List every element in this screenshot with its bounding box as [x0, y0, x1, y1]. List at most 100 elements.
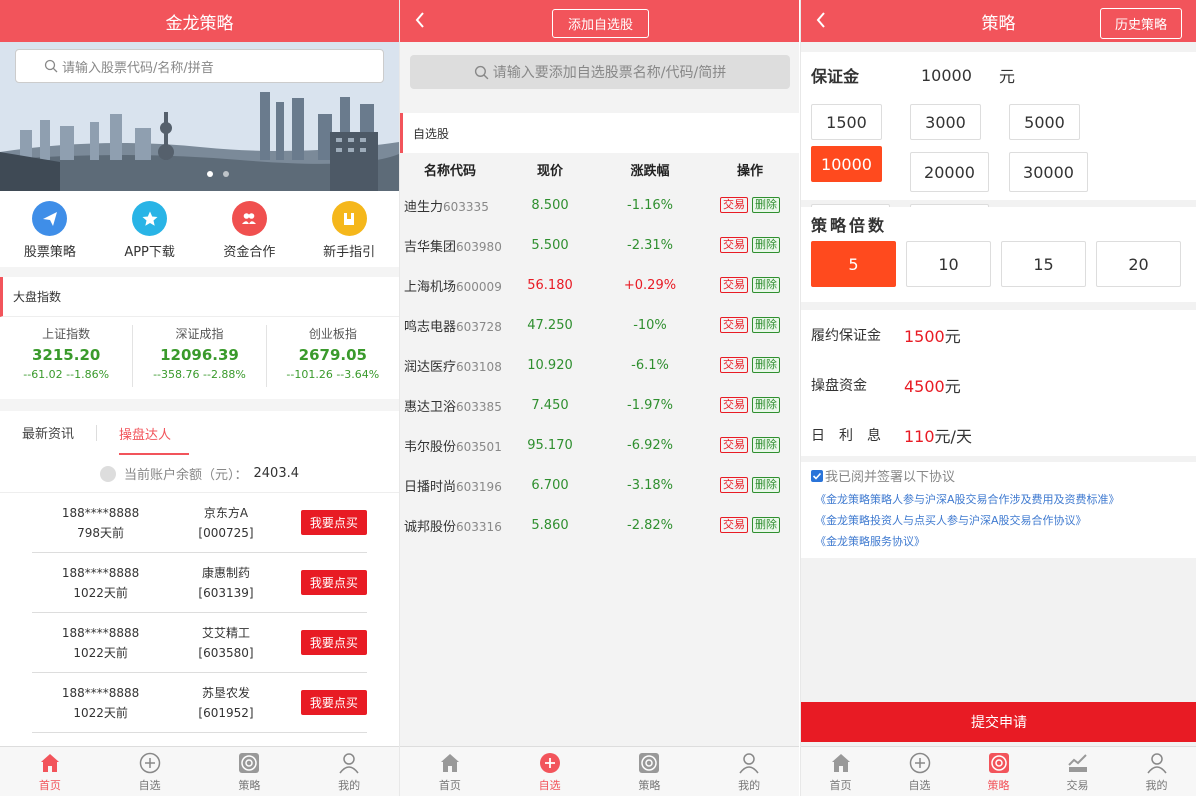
stock-change: -2.31% — [627, 237, 673, 253]
tab-latest-news[interactable]: 最新资讯 — [22, 423, 74, 444]
delete-button[interactable]: 删除 — [752, 277, 780, 293]
index-shenzhen[interactable]: 深证成指 12096.39 --358.76 --2.88% — [133, 325, 267, 387]
index-chinext[interactable]: 创业板指 2679.05 --101.26 --3.64% — [267, 325, 399, 387]
agreement-link[interactable]: 《金龙策略投资人与点买人参与沪深A股交易合作协议》 — [801, 510, 1196, 531]
watchlist-row[interactable]: 上海机场600009 56.180 +0.29% 交易 删除 — [400, 265, 799, 305]
history-strategy-button[interactable]: 历史策略 — [1100, 8, 1182, 39]
tab-home[interactable]: 首页 — [400, 747, 500, 796]
trade-time: 1022天前 — [73, 705, 128, 720]
trader-phone: 188****8888 — [61, 565, 140, 580]
trade-button[interactable]: 交易 — [720, 397, 748, 413]
delete-button[interactable]: 删除 — [752, 197, 780, 213]
quick-link-fund-cooperation[interactable]: 资金合作 — [200, 191, 300, 267]
tab-label: 首页 — [38, 778, 61, 792]
buy-button[interactable]: 我要点买 — [300, 570, 367, 595]
quick-link-beginner-guide[interactable]: 新手指引 — [299, 191, 399, 267]
tab-label: 我的 — [1145, 778, 1168, 792]
tab-me[interactable]: 我的 — [1117, 747, 1196, 796]
watchlist-row[interactable]: 惠达卫浴603385 7.450 -1.97% 交易 删除 — [400, 385, 799, 425]
delete-button[interactable]: 删除 — [752, 317, 780, 333]
margin-option[interactable]: 5000 — [1009, 104, 1080, 140]
stock-name-code: 吉华集团603980 — [400, 236, 502, 255]
margin-option[interactable]: 1500 — [811, 104, 882, 140]
delete-button[interactable]: 删除 — [752, 357, 780, 373]
quick-link-label: APP下载 — [124, 245, 175, 260]
carousel-dot[interactable] — [207, 171, 213, 177]
summary-label: 操盘资金 — [811, 378, 867, 394]
target-icon — [988, 752, 1009, 773]
watchlist-row[interactable]: 吉华集团603980 5.500 -2.31% 交易 删除 — [400, 225, 799, 265]
watchlist-row[interactable]: 诚邦股份603316 5.860 -2.82% 交易 删除 — [400, 505, 799, 545]
trade-button[interactable]: 交易 — [720, 437, 748, 453]
tab-me[interactable]: 我的 — [299, 747, 399, 796]
carousel-dot[interactable] — [223, 171, 229, 177]
agree-checkbox[interactable] — [811, 469, 823, 482]
trade-button[interactable]: 交易 — [720, 477, 748, 493]
watchlist-row[interactable]: 日播时尚603196 6.700 -3.18% 交易 删除 — [400, 465, 799, 505]
home-header: 金龙策略 — [0, 0, 399, 42]
trade-button[interactable]: 交易 — [720, 277, 748, 293]
stock-code: [603580] — [198, 645, 254, 660]
trade-button[interactable]: 交易 — [720, 197, 748, 213]
delete-button[interactable]: 删除 — [752, 397, 780, 413]
stock-name: 惠达卫浴 — [404, 399, 457, 415]
tab-strategy[interactable]: 策略 — [959, 747, 1038, 796]
buy-button[interactable]: 我要点买 — [300, 630, 367, 655]
trade-button[interactable]: 交易 — [720, 357, 748, 373]
agreement-link[interactable]: 《金龙策略策略人参与沪深A股交易合作涉及费用及资费标准》 — [801, 489, 1196, 510]
tab-me[interactable]: 我的 — [699, 747, 799, 796]
strategy-screen: 策略 历史策略 保证金 10000 元 1500 3000 5000 10000 200… — [800, 0, 1196, 796]
delete-button[interactable]: 删除 — [752, 477, 780, 493]
tab-divider — [96, 425, 98, 441]
tab-home[interactable]: 首页 — [0, 747, 100, 796]
agreement-link[interactable]: 《金龙策略服务协议》 — [801, 531, 1196, 552]
margin-option[interactable]: 10000 — [811, 146, 882, 182]
quick-link-app-download[interactable]: APP下载 — [100, 191, 200, 267]
watchlist-row[interactable]: 韦尔股份603501 95.170 -6.92% 交易 删除 — [400, 425, 799, 465]
watchlist-table-header: 名称代码 现价 涨跌幅 操作 — [400, 160, 799, 188]
buy-button[interactable]: 我要点买 — [300, 510, 367, 535]
margin-option[interactable]: 3000 — [910, 104, 981, 140]
margin-option[interactable]: 30000 — [1009, 152, 1088, 192]
trade-row: 188****8888 798天前 京东方A [000725] 我要点买 — [32, 493, 367, 553]
tab-top-traders[interactable]: 操盘达人 — [119, 424, 190, 455]
add-watchlist-button[interactable]: 添加自选股 — [552, 9, 649, 38]
stock-name: 康惠制药 — [201, 565, 250, 580]
tab-trade[interactable]: 交易 — [1038, 747, 1117, 796]
watchlist-search-input[interactable]: 请输入要添加自选股票名称/代码/简拼 — [410, 55, 790, 89]
multiple-option[interactable]: 15 — [1001, 241, 1086, 287]
tab-strategy[interactable]: 策略 — [200, 747, 300, 796]
app-title: 金龙策略 — [165, 13, 234, 34]
quick-link-label: 股票策略 — [23, 245, 76, 260]
market-section-title: 大盘指数 — [0, 277, 399, 317]
watchlist-row[interactable]: 润达医疗603108 10.920 -6.1% 交易 删除 — [400, 345, 799, 385]
tab-home[interactable]: 首页 — [801, 747, 880, 796]
carousel-dots[interactable] — [207, 171, 229, 177]
watchlist-row[interactable]: 鸣志电器603728 47.250 -10% 交易 删除 — [400, 305, 799, 345]
multiple-option[interactable]: 5 — [811, 241, 896, 287]
margin-option[interactable]: 20000 — [910, 152, 989, 192]
trade-button[interactable]: 交易 — [720, 237, 748, 253]
trade-button[interactable]: 交易 — [720, 517, 748, 533]
index-name: 深证成指 — [175, 327, 224, 341]
delete-button[interactable]: 删除 — [752, 517, 780, 533]
delete-button[interactable]: 删除 — [752, 437, 780, 453]
summary-value: 4500 — [904, 377, 945, 396]
back-arrow-icon[interactable] — [811, 8, 831, 32]
index-shanghai[interactable]: 上证指数 3215.20 --61.02 --1.86% — [0, 325, 134, 387]
tab-watchlist[interactable]: 自选 — [500, 747, 600, 796]
buy-button[interactable]: 我要点买 — [300, 690, 367, 715]
watchlist-row[interactable]: 迪生力603335 8.500 -1.16% 交易 删除 — [400, 185, 799, 225]
multiple-option[interactable]: 10 — [906, 241, 991, 287]
quick-link-stock-strategy[interactable]: 股票策略 — [0, 191, 100, 267]
tab-watchlist[interactable]: 自选 — [880, 747, 959, 796]
stock-name-code: 润达医疗603108 — [400, 356, 502, 375]
delete-button[interactable]: 删除 — [752, 237, 780, 253]
stock-search-input[interactable]: 请输入股票代码/名称/拼音 — [15, 49, 384, 83]
back-arrow-icon[interactable] — [410, 8, 430, 32]
trade-button[interactable]: 交易 — [720, 317, 748, 333]
multiple-option[interactable]: 20 — [1096, 241, 1181, 287]
tab-watchlist[interactable]: 自选 — [100, 747, 200, 796]
tab-strategy[interactable]: 策略 — [600, 747, 700, 796]
submit-button[interactable]: 提交申请 — [801, 702, 1196, 742]
